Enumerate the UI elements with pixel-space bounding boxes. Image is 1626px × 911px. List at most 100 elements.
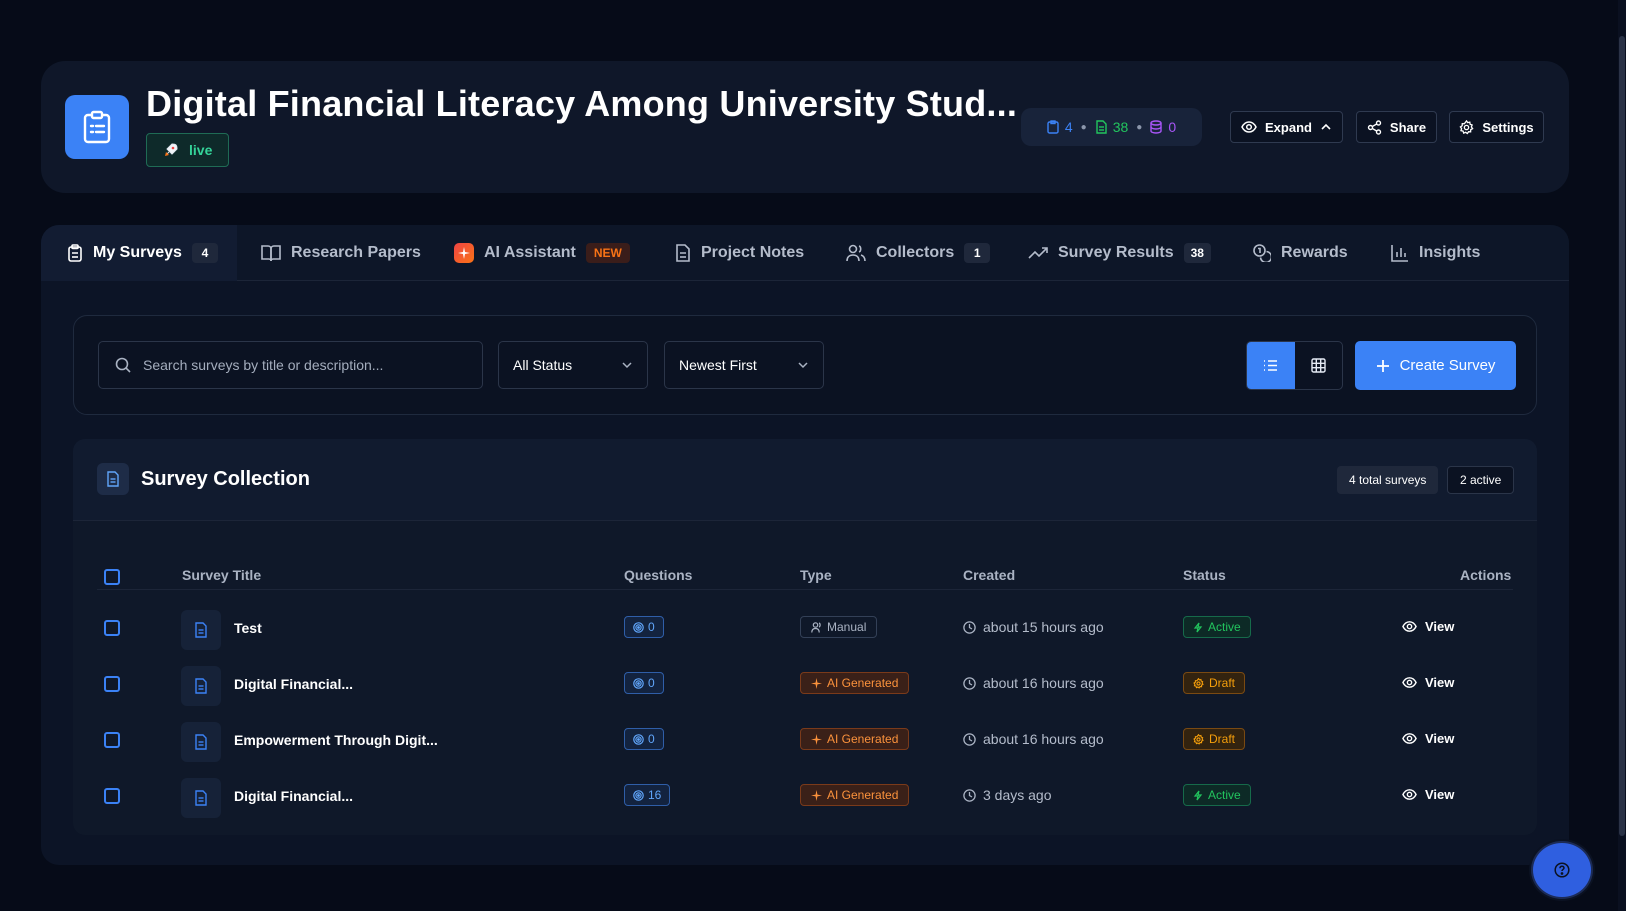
- survey-title[interactable]: Test: [234, 620, 262, 636]
- bolt-icon: [1193, 790, 1203, 801]
- status-badge: Draft: [1183, 672, 1246, 694]
- row-checkbox[interactable]: [104, 620, 120, 636]
- share-button[interactable]: Share: [1356, 111, 1437, 143]
- separator-dot: ●: [1136, 121, 1143, 133]
- search-box[interactable]: [98, 341, 483, 389]
- chevron-down-icon: [621, 359, 633, 371]
- table-row[interactable]: Empowerment Through Digit... 0 AI Genera…: [73, 712, 1537, 768]
- create-survey-button[interactable]: Create Survey: [1355, 341, 1516, 390]
- data-count: 0: [1150, 119, 1176, 135]
- target-icon: [633, 621, 644, 633]
- status-badge: Draft: [1183, 728, 1246, 750]
- collection-title: Survey Collection: [141, 468, 310, 490]
- survey-title[interactable]: Empowerment Through Digit...: [234, 732, 438, 748]
- tab-rewards[interactable]: Rewards: [1253, 225, 1348, 281]
- type-label: Manual: [827, 620, 867, 634]
- eye-icon: [1402, 619, 1417, 634]
- tab-label: AI Assistant: [484, 244, 576, 261]
- clock-icon: [963, 788, 976, 802]
- status-badge: live: [146, 133, 230, 167]
- settings-button[interactable]: Settings: [1449, 111, 1544, 143]
- tab-label: My Surveys: [93, 244, 182, 261]
- column-header-status[interactable]: Status: [1183, 567, 1226, 583]
- view-label: View: [1425, 675, 1455, 690]
- type-badge: Manual: [800, 616, 878, 638]
- chevron-up-icon: [1320, 121, 1332, 133]
- view-button[interactable]: View: [1402, 675, 1454, 690]
- tab-label: Research Papers: [291, 244, 421, 261]
- questions-badge: 0: [624, 672, 664, 694]
- type-label: AI Generated: [827, 676, 899, 690]
- survey-title[interactable]: Digital Financial...: [234, 788, 353, 804]
- status-badge: Active: [1183, 616, 1251, 638]
- gear-icon: [1459, 119, 1474, 135]
- document-icon: [181, 722, 221, 762]
- header-divider: [97, 589, 1513, 590]
- row-checkbox[interactable]: [104, 732, 120, 748]
- created-time: about 15 hours ago: [963, 619, 1104, 635]
- status-badge: Active: [1183, 784, 1251, 806]
- eye-icon: [1402, 731, 1417, 746]
- view-button[interactable]: View: [1402, 619, 1454, 634]
- tab-project-notes[interactable]: Project Notes: [675, 225, 804, 281]
- help-button[interactable]: [1531, 841, 1593, 899]
- table-row[interactable]: Test 0 Manual about 15 hours ago Active …: [73, 600, 1537, 656]
- table-row[interactable]: Digital Financial... 0 AI Generated abou…: [73, 656, 1537, 712]
- scrollbar-thumb[interactable]: [1619, 36, 1625, 836]
- column-header-type[interactable]: Type: [800, 567, 832, 583]
- created-label: about 15 hours ago: [983, 619, 1104, 635]
- status-label: Active: [1208, 788, 1241, 802]
- view-button[interactable]: View: [1402, 731, 1454, 746]
- database-icon: [1150, 120, 1163, 134]
- tab-ai-assistant[interactable]: AI Assistant NEW: [454, 225, 630, 281]
- created-time: 3 days ago: [963, 787, 1052, 803]
- type-label: AI Generated: [827, 732, 899, 746]
- gear-icon: [1193, 677, 1204, 689]
- tab-count: 4: [191, 243, 218, 263]
- created-time: about 16 hours ago: [963, 675, 1104, 691]
- survey-title[interactable]: Digital Financial...: [234, 676, 353, 692]
- sort-select[interactable]: Newest First: [664, 341, 824, 389]
- project-header: Digital Financial Literacy Among Univers…: [41, 61, 1569, 193]
- tab-insights[interactable]: Insights: [1391, 225, 1480, 281]
- clipboard-icon: [1047, 120, 1059, 134]
- row-checkbox[interactable]: [104, 788, 120, 804]
- clipboard-icon: [65, 95, 129, 159]
- tab-collectors[interactable]: Collectors 1: [846, 225, 991, 281]
- search-input[interactable]: [143, 357, 463, 373]
- view-label: View: [1425, 619, 1455, 634]
- status-label: Draft: [1209, 732, 1236, 746]
- tab-research-papers[interactable]: Research Papers: [261, 225, 421, 281]
- created-label: about 16 hours ago: [983, 675, 1104, 691]
- tab-label: Rewards: [1281, 244, 1348, 261]
- questions-badge: 0: [624, 728, 664, 750]
- tab-my-surveys[interactable]: My Surveys 4: [41, 225, 237, 281]
- bolt-icon: [1193, 622, 1203, 633]
- tab-label: Survey Results: [1058, 244, 1174, 261]
- column-header-questions[interactable]: Questions: [624, 567, 692, 583]
- grid-view-button[interactable]: [1295, 342, 1343, 389]
- questions-badge: 0: [624, 616, 664, 638]
- status-filter-select[interactable]: All Status: [498, 341, 648, 389]
- tab-bar: My Surveys 4 Research Papers AI Assistan…: [41, 225, 1569, 281]
- active-surveys-badge: 2 active: [1447, 466, 1515, 494]
- table-row[interactable]: Digital Financial... 16 AI Generated 3 d…: [73, 768, 1537, 824]
- row-checkbox[interactable]: [104, 676, 120, 692]
- column-header-title[interactable]: Survey Title: [182, 567, 261, 583]
- separator-dot: ●: [1080, 121, 1087, 133]
- status-filter-value: All Status: [513, 357, 573, 373]
- tab-survey-results[interactable]: Survey Results 38: [1028, 225, 1211, 281]
- clock-icon: [963, 732, 976, 746]
- document-icon: [1095, 120, 1107, 134]
- list-icon: [1263, 359, 1278, 372]
- view-button[interactable]: View: [1402, 787, 1454, 802]
- view-label: View: [1425, 731, 1455, 746]
- share-icon: [1367, 119, 1382, 135]
- list-view-button[interactable]: [1247, 342, 1295, 389]
- share-label: Share: [1389, 119, 1427, 135]
- sparkles-icon: [454, 243, 474, 263]
- expand-button[interactable]: Expand: [1230, 111, 1343, 143]
- page-scrollbar[interactable]: [1618, 0, 1626, 911]
- select-all-checkbox[interactable]: [104, 569, 120, 585]
- column-header-created[interactable]: Created: [963, 567, 1015, 583]
